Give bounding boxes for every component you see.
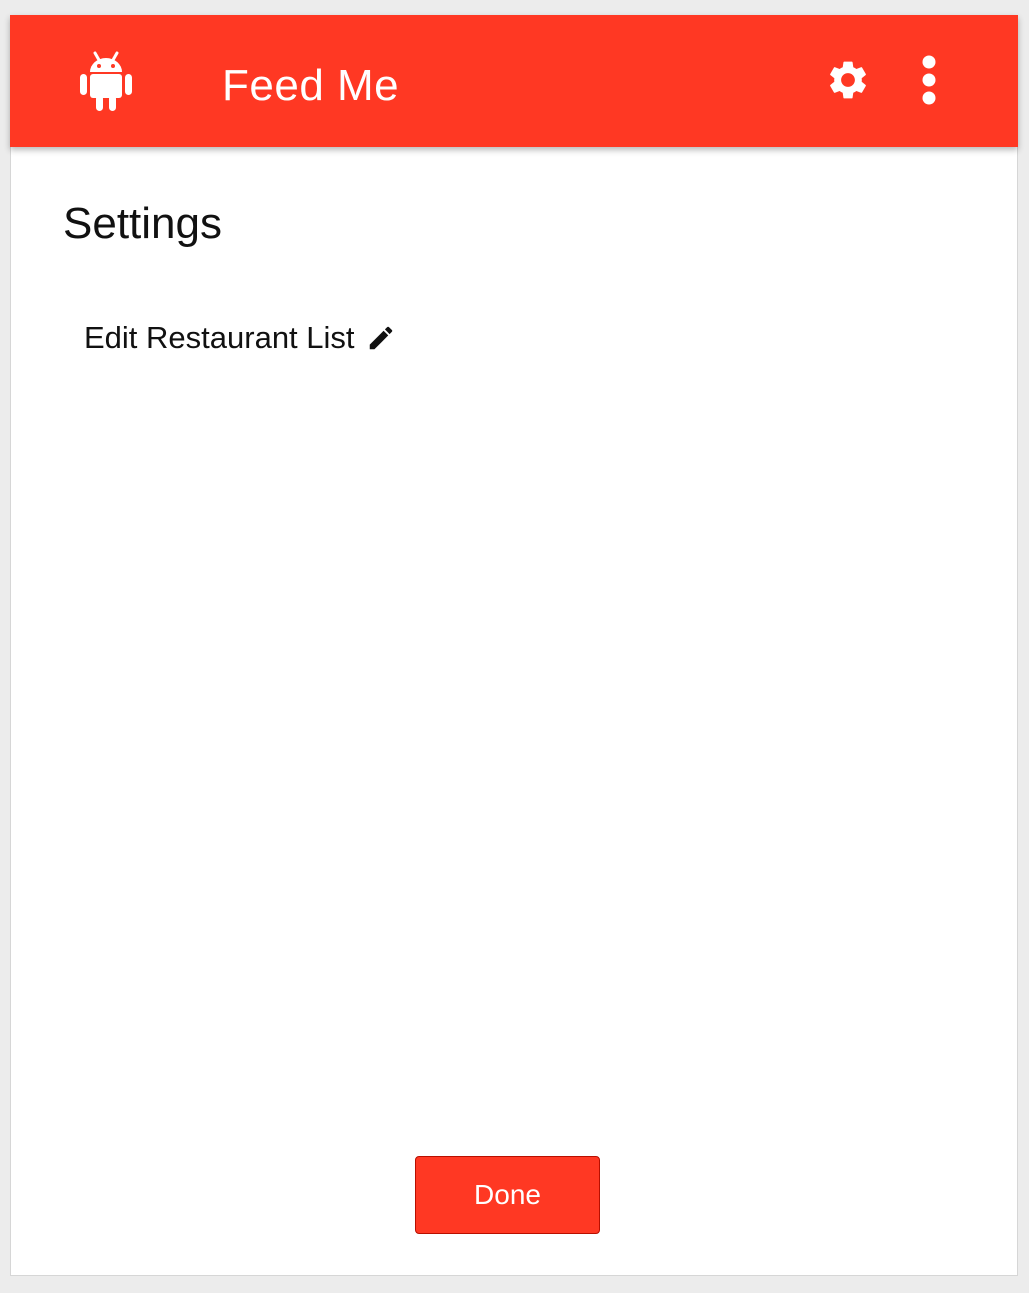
done-button[interactable]: Done <box>415 1156 600 1234</box>
page-title: Settings <box>63 199 222 248</box>
edit-restaurant-list-link[interactable]: Edit Restaurant List <box>84 318 396 358</box>
more-vert-icon[interactable] <box>915 55 943 105</box>
android-icon <box>80 51 132 111</box>
app-bar: Feed Me <box>10 15 1018 147</box>
app-title: Feed Me <box>222 61 400 110</box>
pencil-icon[interactable] <box>366 323 396 353</box>
edit-restaurant-list-label: Edit Restaurant List <box>84 320 355 355</box>
gear-icon[interactable] <box>825 57 871 103</box>
